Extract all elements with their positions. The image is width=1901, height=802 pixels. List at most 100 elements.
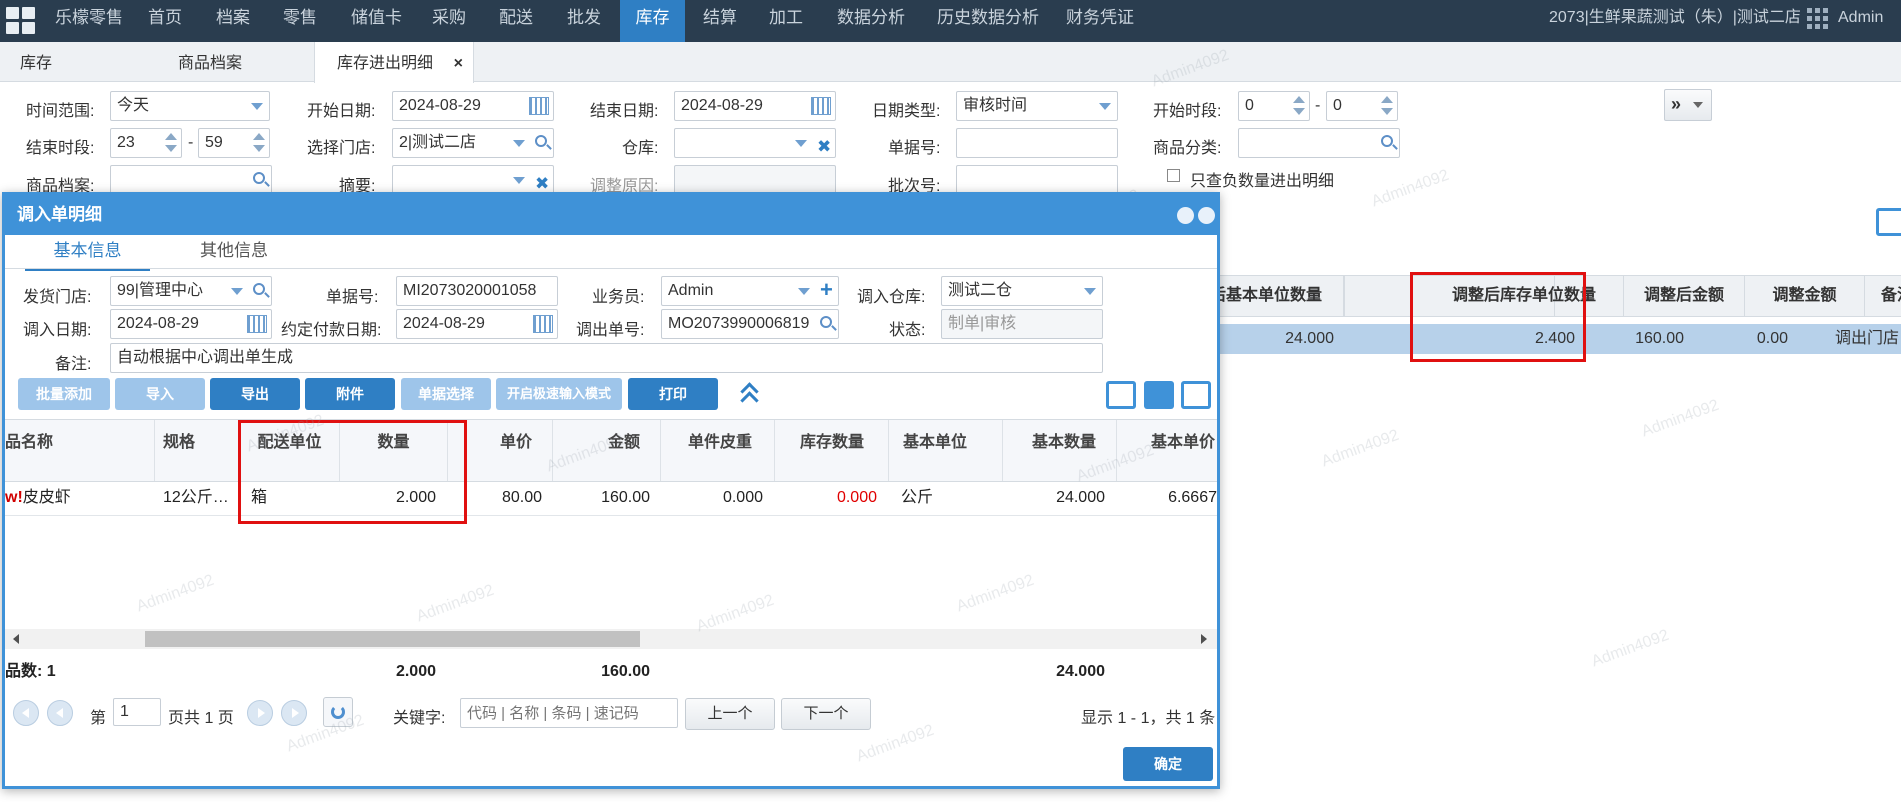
in-warehouse-select[interactable]: 测试二仓	[941, 276, 1103, 306]
product-input[interactable]	[110, 165, 272, 195]
search-icon[interactable]	[535, 135, 547, 147]
remark-field[interactable]: 自动根据中心调出单生成	[110, 343, 1103, 373]
col-spec[interactable]: 规格	[155, 420, 240, 481]
calendar-icon[interactable]	[811, 97, 831, 115]
end-minute-input[interactable]: 59	[198, 128, 270, 158]
calendar-icon[interactable]	[247, 315, 267, 333]
nav-settlement[interactable]: 结算	[703, 0, 737, 42]
col-amount[interactable]: 金额	[553, 420, 661, 481]
chevron-down-icon[interactable]	[1084, 288, 1096, 295]
nav-data-analysis[interactable]: 数据分析	[837, 0, 905, 42]
apps-icon[interactable]	[1807, 8, 1829, 30]
restore-icon[interactable]	[1177, 207, 1194, 224]
nav-processing[interactable]: 加工	[769, 0, 803, 42]
batch-add-button[interactable]: 批量添加	[18, 378, 110, 410]
doc-select-button[interactable]: 单据选择	[401, 378, 491, 410]
warehouse-select[interactable]: ✖	[674, 128, 836, 158]
print-button[interactable]: 打印	[628, 378, 718, 410]
more-filters-button[interactable]: »	[1664, 89, 1712, 121]
chevron-down-icon[interactable]	[513, 140, 525, 147]
date-type-select[interactable]: 审核时间	[956, 91, 1118, 121]
nav-history-analysis[interactable]: 历史数据分析	[937, 0, 1039, 42]
col-base-unit[interactable]: 基本单位	[889, 420, 1003, 481]
tab-other-info[interactable]: 其他信息	[200, 235, 268, 268]
confirm-button[interactable]: 确定	[1123, 747, 1213, 781]
search-icon[interactable]	[253, 283, 265, 295]
stepper-icon[interactable]	[1293, 94, 1305, 118]
stepper-icon[interactable]	[1381, 94, 1393, 118]
time-range-select[interactable]: 今天	[110, 91, 270, 121]
app-grid-icon[interactable]	[6, 7, 36, 35]
col-stock-qty[interactable]: 库存数量	[775, 420, 889, 481]
clear-icon[interactable]: ✖	[817, 133, 831, 161]
col-base-price[interactable]: 基本单价	[1117, 420, 1217, 481]
table-row[interactable]: w!皮皮虾 12公斤… 箱 2.000 80.00 160.00 0.000 0…	[5, 481, 1217, 516]
close-icon[interactable]: ×	[454, 42, 463, 86]
tab-inventory-detail[interactable]: 库存进出明细 ×	[314, 42, 474, 83]
col-quantity[interactable]: 数量	[340, 420, 448, 481]
import-button[interactable]: 导入	[115, 378, 205, 410]
end-date-input[interactable]: 2024-08-29	[674, 91, 836, 121]
prev-match-button[interactable]: 上一个	[685, 698, 775, 730]
col-base-qty[interactable]: 基本数量	[1003, 420, 1117, 481]
user-menu[interactable]: Admin	[1838, 0, 1883, 42]
nav-retail[interactable]: 零售	[283, 0, 317, 42]
last-page-icon[interactable]	[281, 700, 307, 726]
summary-select[interactable]: ✖	[392, 165, 554, 195]
out-doc-field[interactable]: MO2073990006819	[661, 309, 839, 339]
nav-archive[interactable]: 档案	[216, 0, 250, 42]
calendar-icon[interactable]	[533, 315, 553, 333]
col-delivery-unit[interactable]: 配送单位	[240, 420, 340, 481]
nav-distribution[interactable]: 配送	[499, 0, 533, 42]
scroll-left-icon[interactable]	[13, 634, 19, 644]
collapse-icon[interactable]	[740, 382, 759, 410]
tab-product-archive[interactable]: 商品档案	[178, 42, 242, 82]
edit-icon[interactable]	[1876, 208, 1901, 236]
chevron-down-icon[interactable]	[795, 140, 807, 147]
horizontal-scrollbar[interactable]	[5, 629, 1217, 649]
next-page-icon[interactable]	[247, 700, 273, 726]
nav-finance-voucher[interactable]: 财务凭证	[1066, 0, 1134, 42]
start-date-input[interactable]: 2024-08-29	[392, 91, 554, 121]
pay-date-input[interactable]: 2024-08-29	[396, 309, 558, 339]
prev-page-icon[interactable]	[47, 700, 73, 726]
salesman-select[interactable]: Admin +	[661, 276, 839, 306]
edit-icon[interactable]	[1181, 381, 1211, 409]
keyword-input[interactable]	[460, 698, 678, 728]
stepper-icon[interactable]	[165, 131, 177, 155]
nav-inventory[interactable]: 库存	[620, 0, 685, 42]
search-icon[interactable]	[1381, 135, 1393, 147]
scrollbar-thumb[interactable]	[145, 631, 640, 647]
doc-no-input[interactable]	[956, 128, 1118, 158]
stepper-icon[interactable]	[253, 131, 265, 155]
next-match-button[interactable]: 下一个	[781, 698, 871, 730]
nav-stored-value-card[interactable]: 储值卡	[351, 0, 402, 42]
pencil-icon[interactable]	[1144, 381, 1174, 409]
chevron-down-icon[interactable]	[231, 288, 243, 295]
doc-no-field[interactable]: MI2073020001058	[396, 276, 558, 306]
ship-store-select[interactable]: 99|管理中心	[110, 276, 272, 306]
start-minute-input[interactable]: 0	[1326, 91, 1398, 121]
edit-icon[interactable]	[1106, 381, 1136, 409]
store-select[interactable]: 2|测试二店	[392, 128, 554, 158]
nav-wholesale[interactable]: 批发	[567, 0, 601, 42]
nav-purchase[interactable]: 采购	[432, 0, 466, 42]
col-unit-price[interactable]: 单价	[448, 420, 553, 481]
calendar-icon[interactable]	[529, 97, 549, 115]
first-page-icon[interactable]	[13, 700, 39, 726]
tab-inventory[interactable]: 库存	[20, 42, 52, 82]
negative-only-checkbox[interactable]	[1167, 169, 1180, 182]
category-input[interactable]	[1238, 128, 1400, 158]
in-date-input[interactable]: 2024-08-29	[110, 309, 272, 339]
quick-input-mode-button[interactable]: 开启极速输入模式	[496, 378, 622, 410]
chevron-down-icon[interactable]	[513, 177, 525, 184]
col-tare[interactable]: 单件皮重	[661, 420, 775, 481]
col-product-name[interactable]: 品名称	[5, 420, 155, 481]
close-icon[interactable]	[1198, 207, 1215, 224]
refresh-icon[interactable]	[323, 697, 353, 727]
tab-basic-info[interactable]: 基本信息	[25, 235, 150, 271]
start-hour-input[interactable]: 0	[1238, 91, 1310, 121]
export-button[interactable]: 导出	[210, 378, 300, 410]
search-icon[interactable]	[820, 316, 832, 328]
cell-quantity[interactable]: 2.000	[340, 481, 436, 515]
